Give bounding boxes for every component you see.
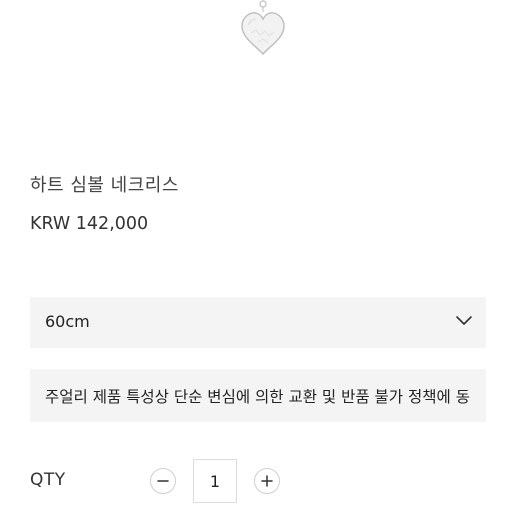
notice-text: 주얼리 제품 특성상 단순 변심에 의한 교환 및 반품 불가 정책에 동 [45, 388, 470, 406]
selected-option-value: 60cm [45, 312, 90, 331]
minus-icon [157, 480, 169, 482]
product-detail-page: 하트 심볼 네크리스 KRW 142,000 60cm 주얼리 제품 특성상 단… [0, 0, 515, 515]
quantity-label: QTY [30, 470, 66, 490]
quantity-increase-button[interactable] [254, 468, 280, 494]
product-title: 하트 심볼 네크리스 [30, 175, 179, 196]
quantity-input[interactable] [193, 459, 237, 503]
chevron-down-icon [456, 316, 472, 325]
quantity-decrease-button[interactable] [150, 468, 176, 494]
return-policy-notice: 주얼리 제품 특성상 단순 변심에 의한 교환 및 반품 불가 정책에 동 [30, 369, 486, 422]
plus-icon [261, 475, 273, 487]
product-price: KRW 142,000 [30, 214, 149, 234]
length-option-select[interactable]: 60cm [30, 297, 486, 348]
heart-pendant-icon [241, 0, 285, 56]
product-image [236, 0, 290, 58]
